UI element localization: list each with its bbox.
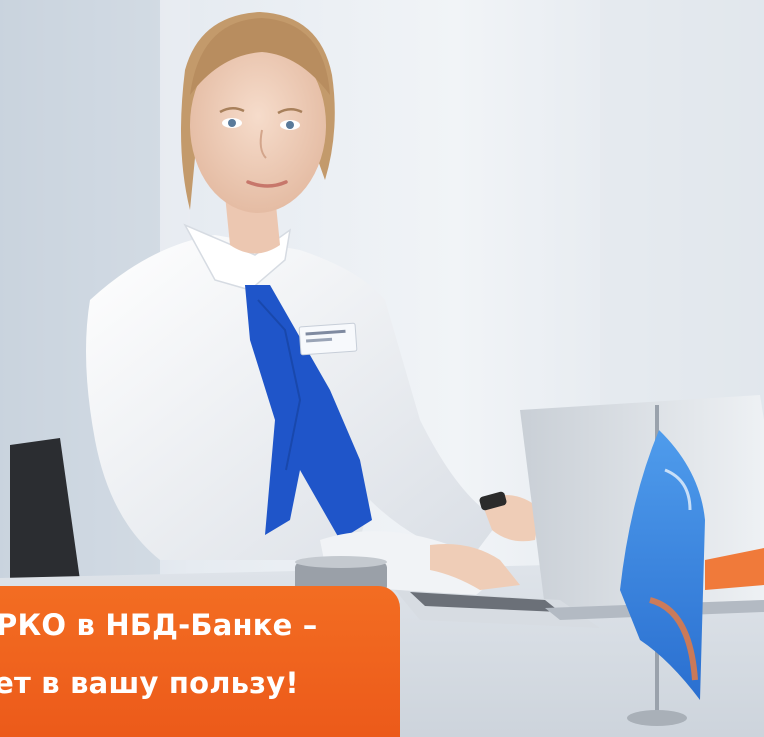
banner-headline-line1: РКО в НБД-Банке – [0,608,318,642]
banner-headline-line2: чет в вашу пользу! [0,666,299,700]
promo-banner: РКО в НБД-Банке – чет в вашу пользу! [0,586,400,737]
photo-scene: РКО в НБД-Банке – чет в вашу пользу! [0,0,764,737]
